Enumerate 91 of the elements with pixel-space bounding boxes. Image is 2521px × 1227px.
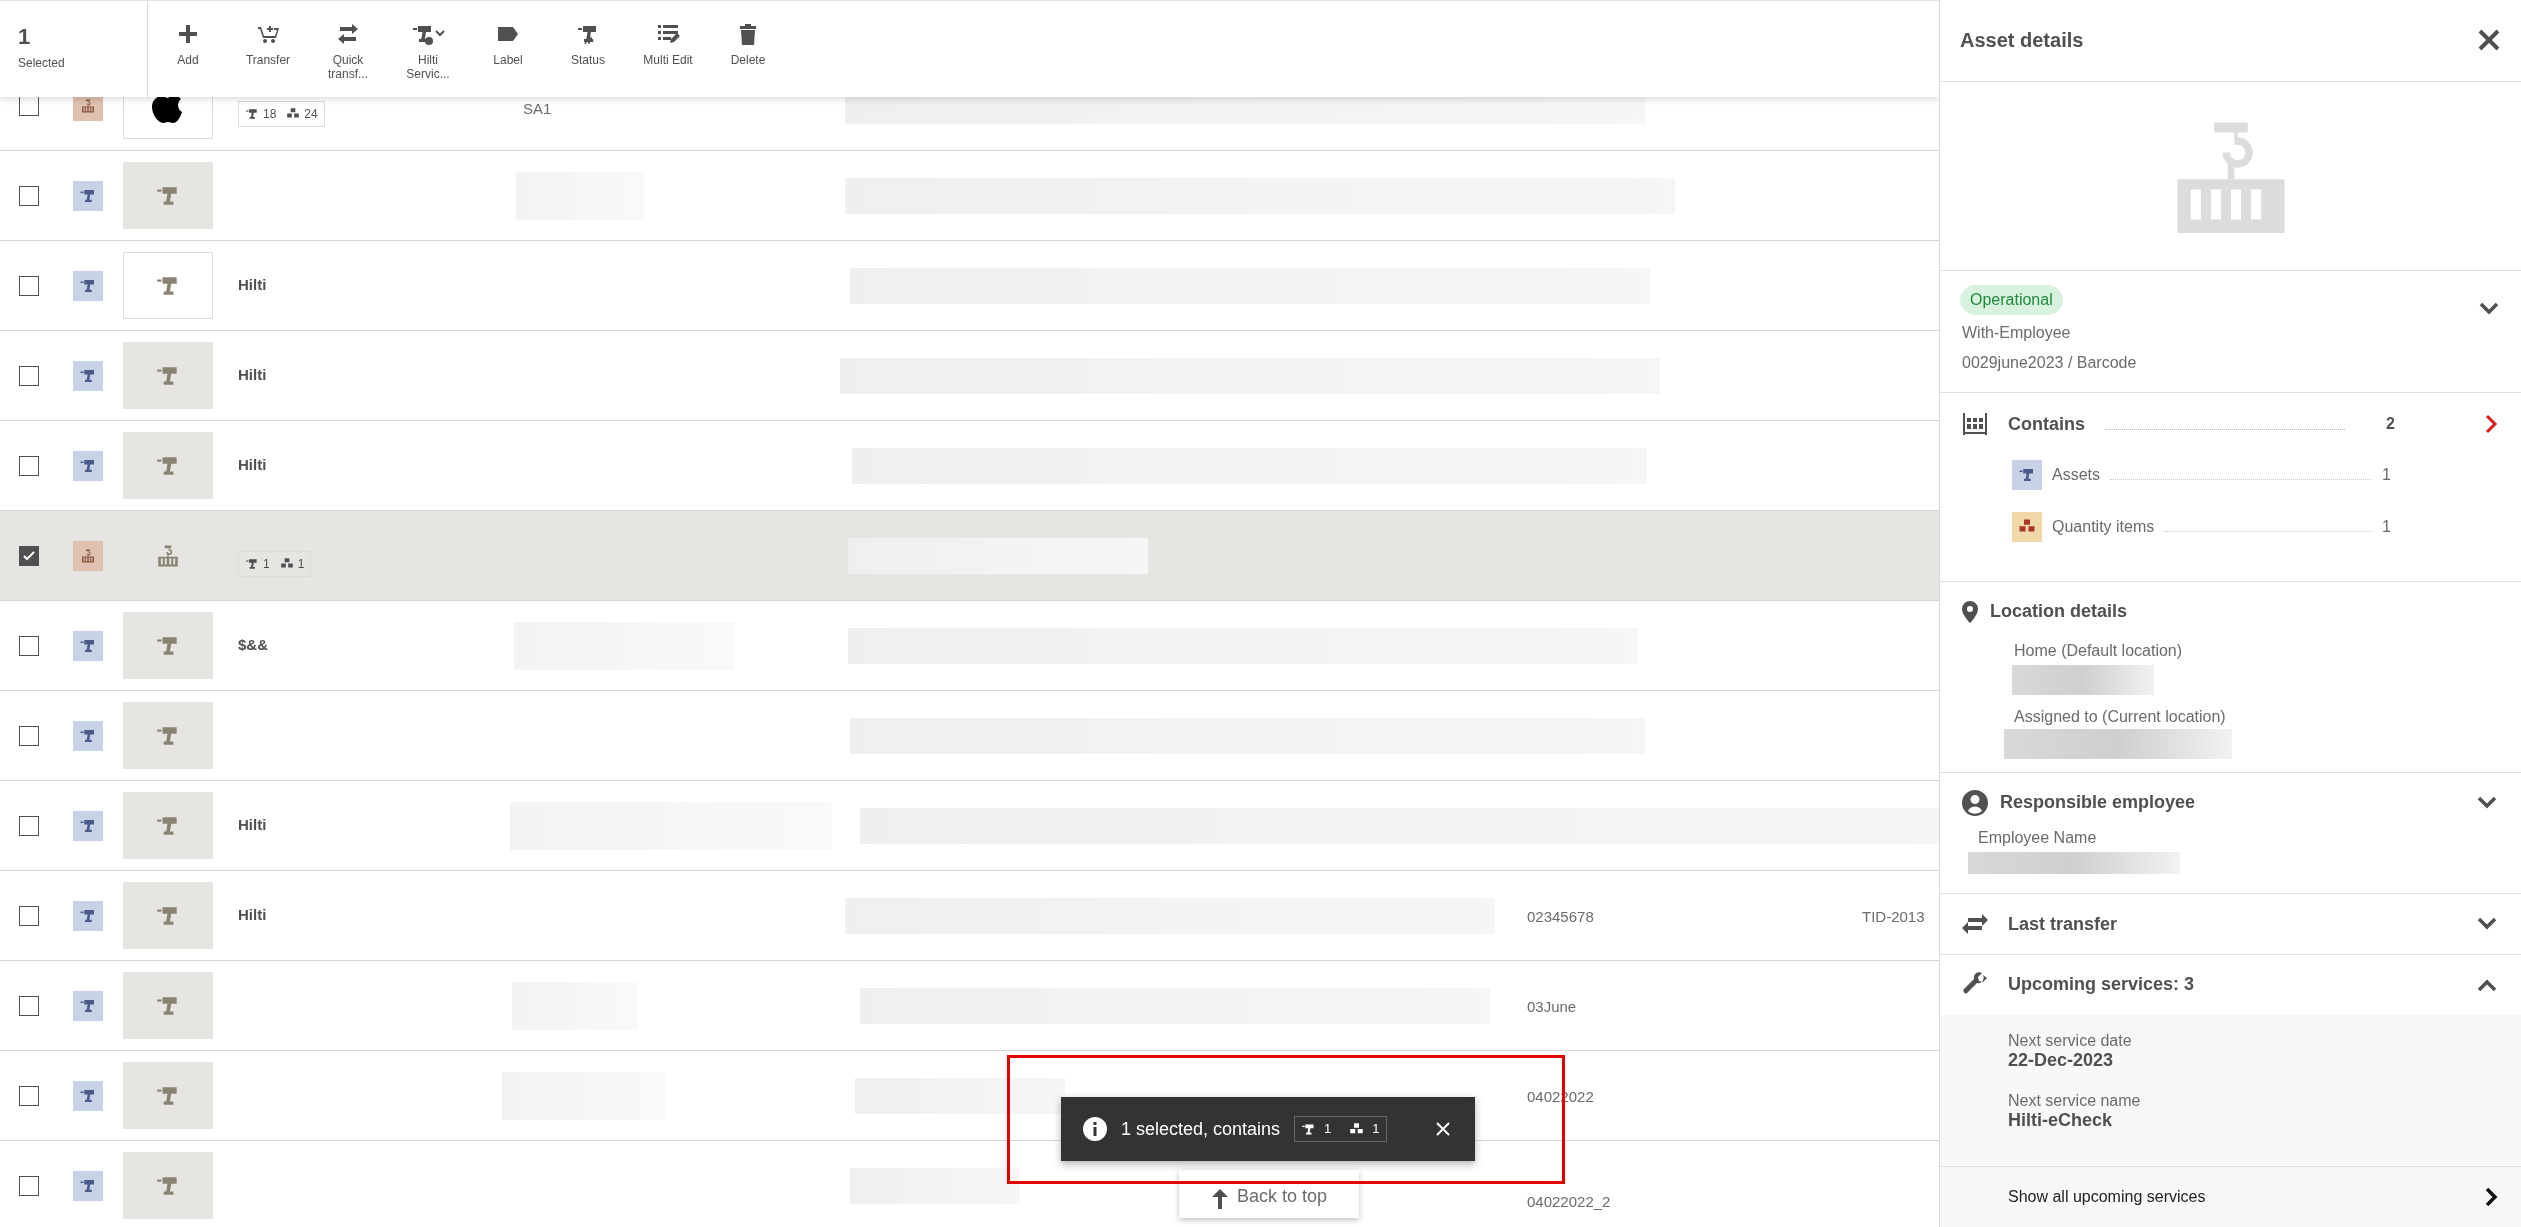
section-title: Location details: [1990, 600, 2128, 624]
asset-name: $&&: [238, 635, 268, 656]
info-icon: [1083, 1117, 1107, 1141]
field-value: 22-Dec-2023: [2008, 1050, 2115, 1070]
checkbox[interactable]: [19, 905, 39, 926]
drill-icon: [245, 556, 259, 571]
open-button[interactable]: [2485, 414, 2499, 435]
multi-icon: [656, 22, 680, 46]
item-label: Quantity items: [2052, 516, 2155, 537]
count: 1: [2382, 516, 2391, 537]
boxes-icon: [279, 556, 294, 571]
location-pin-icon: [1962, 600, 1978, 623]
asset-count: 1: [263, 555, 270, 573]
toolbar-button[interactable]: Multi Edit: [628, 1, 708, 97]
field-label: Next service date: [2008, 1032, 2133, 1050]
crane-icon: [80, 547, 96, 564]
show-all-services-link[interactable]: Show all upcoming services: [1940, 1167, 2521, 1227]
table-cell-text: 03June: [1527, 997, 1577, 1017]
status-text: With-Employee: [1961, 322, 2071, 343]
chevron-up-icon: [2477, 978, 2497, 992]
checkbox[interactable]: [19, 635, 39, 656]
asset-name: Hilti: [238, 905, 267, 926]
checkbox[interactable]: [19, 185, 39, 206]
toolbar-button[interactable]: Quick transf...: [308, 1, 388, 97]
toolbar-button[interactable]: Label: [468, 1, 548, 97]
selected-count: 1: [18, 26, 32, 48]
checkbox[interactable]: [19, 1175, 39, 1196]
field-label: Employee Name: [1977, 828, 2098, 849]
status-badge: Operational: [1960, 284, 2063, 315]
asset-name: Hilti: [238, 275, 267, 296]
checkbox[interactable]: [19, 815, 39, 836]
toolbar-button[interactable]: Delete: [708, 1, 788, 97]
toolbar-button[interactable]: Status: [548, 1, 628, 97]
asset-id: 0029june2023 / Barcode: [1961, 352, 2137, 373]
field-value: Hilti-eCheck: [2008, 1110, 2114, 1130]
toolbar-button[interactable]: Transfer: [228, 1, 308, 97]
boxes-icon: [286, 106, 301, 121]
asset-count: 18: [263, 105, 277, 123]
toolbar-button[interactable]: Add: [148, 1, 228, 97]
selected-label: Selected: [18, 55, 66, 72]
item-label: Assets: [2052, 464, 2100, 485]
quantity-count: 1: [297, 555, 305, 573]
toast-message: 1 selected, contains: [1121, 1117, 1281, 1141]
quantity-count: 1: [1372, 1120, 1380, 1139]
close-icon: [2477, 28, 2501, 53]
asset-name: Hilti: [238, 455, 267, 476]
table-cell-text: 04022022_2: [1527, 1192, 1611, 1212]
toolbar-button[interactable]: Hilti Servic...: [388, 1, 468, 97]
drill-icon: [245, 106, 259, 121]
checkbox[interactable]: [19, 995, 39, 1016]
table-cell-text: TID-2013: [1862, 907, 1925, 927]
crane-icon: [80, 97, 96, 114]
count: 2: [2385, 414, 2395, 435]
count: 1: [2382, 464, 2391, 485]
close-button[interactable]: [2477, 28, 2501, 53]
chevron-right-icon: [2485, 414, 2499, 435]
chevron-down-icon: [2477, 795, 2497, 810]
asset-count: 1: [1324, 1120, 1332, 1139]
crane-icon: [155, 543, 181, 568]
table-cell-text: SA1: [523, 99, 552, 119]
field-label: Home (Default location): [2013, 641, 2184, 662]
check-icon: [22, 548, 36, 563]
section-title: Responsible employee: [2000, 791, 2196, 815]
field-label: Assigned to (Current location): [2013, 707, 2227, 728]
chevron-right-icon: [2485, 1187, 2499, 1207]
chevron-down-icon: [2477, 917, 2497, 931]
checkbox[interactable]: [19, 365, 39, 386]
field-label: Next service name: [2008, 1092, 2142, 1110]
person-icon: [1962, 789, 1988, 816]
back-to-top-button[interactable]: Back to top: [1179, 1170, 1359, 1218]
checkbox[interactable]: [19, 545, 39, 566]
chevron-down-icon: [2479, 301, 2499, 316]
section-title: Contains: [2008, 412, 2085, 436]
transfer-arrows-icon: [1962, 913, 1988, 935]
arrow-up-icon: [1210, 1188, 1229, 1210]
checkbox[interactable]: [19, 455, 39, 476]
checkbox[interactable]: [19, 725, 39, 746]
checkbox[interactable]: [19, 95, 39, 116]
section-title: Upcoming services: 3: [2008, 973, 2195, 997]
asset-name: Hilti: [238, 365, 267, 386]
close-icon: [1435, 1121, 1451, 1137]
asset-name: Hilti: [238, 815, 267, 836]
checkbox[interactable]: [19, 275, 39, 296]
table-cell-text: 02345678: [1527, 907, 1594, 927]
section-title: Last transfer: [2008, 912, 2118, 936]
panel-title: Asset details: [1960, 28, 2084, 54]
checkbox[interactable]: [19, 1085, 39, 1106]
quantity-count: 24: [304, 105, 318, 123]
shelf-icon: [1962, 412, 1988, 437]
add-icon: [176, 22, 200, 46]
quick-icon: [336, 22, 360, 46]
